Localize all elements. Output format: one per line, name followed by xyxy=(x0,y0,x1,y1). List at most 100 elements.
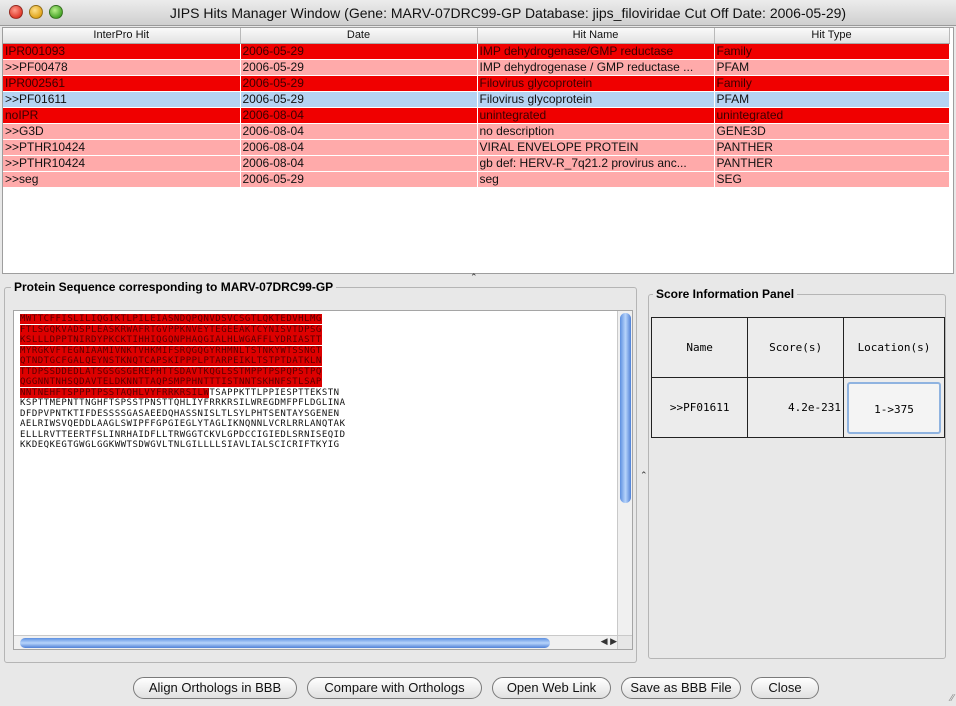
hits-cell-hit: IPR002561 xyxy=(3,75,241,92)
score-row-location-cell[interactable]: 1->375 xyxy=(842,377,946,438)
hits-cell-name: gb def: HERV-R_7q21.2 provirus anc... xyxy=(477,155,715,172)
hits-cell-type: unintegrated xyxy=(714,107,950,124)
sequence-line: KSLLLDPPTNIRDYPKCKTIHHIQGQNPHAQGIALHLWGA… xyxy=(20,335,346,346)
sequence-segment-plain: TSAPPKTTLPPIESPTTEKSTN xyxy=(209,387,340,398)
close-window-icon[interactable] xyxy=(9,5,23,19)
zoom-window-icon[interactable] xyxy=(49,5,63,19)
hits-cell-type: Family xyxy=(714,75,950,92)
hits-cell-hit: >>PF01611 xyxy=(3,91,241,108)
hits-table-row[interactable]: >>PF00478 2006-05-29 IMP dehydrogenase / G… xyxy=(3,59,950,76)
hits-cell-name: Filovirus glycoprotein xyxy=(477,75,715,92)
hits-table-row[interactable]: IPR002561 2006-05-29 Filovirus glycoprotei… xyxy=(3,75,950,92)
hits-table: InterPro Hit Date Hit Name Hit Type IPR0… xyxy=(3,28,950,188)
score-table-header: Name Score(s) Location(s) xyxy=(650,317,946,378)
horizontal-scrollbar[interactable]: ◀ ▶ xyxy=(14,635,619,649)
hits-cell-date: 2006-05-29 xyxy=(240,59,478,76)
hits-table-row[interactable]: >>G3D 2006-08-04 no description GENE3D xyxy=(3,123,950,140)
hits-cell-hit: noIPR xyxy=(3,107,241,124)
scroll-corner xyxy=(617,635,632,649)
scroll-left-arrow-icon[interactable]: ◀ xyxy=(601,636,608,646)
hits-cell-type: Family xyxy=(714,43,950,60)
sequence-line-partial: NNTNEHFTSPPPTPSSTAQHLVYFRRKRSILWTSAPPKTT… xyxy=(20,387,346,399)
sequence-line: AELRIWSVQEDDLAAGLSWIPFFGPGIEGLYTAGLIKNQN… xyxy=(20,419,346,429)
hits-table-row[interactable]: >>PTHR10424 2006-08-04 gb def: HERV-R_7q21… xyxy=(3,155,950,172)
column-header-interpro-hit[interactable]: InterPro Hit xyxy=(3,28,241,44)
hits-table-row[interactable]: >>PF01611 2006-05-29 Filovirus glycoprotei… xyxy=(3,91,950,108)
hits-cell-date: 2006-05-29 xyxy=(240,43,478,60)
hits-cell-name: IMP dehydrogenase/GMP reductase xyxy=(477,43,715,60)
protein-sequence-panel: Protein Sequence corresponding to MARV-0… xyxy=(4,280,637,663)
sequence-line: KSPTTMEPNTTNGHFTSPSSTPNSTTQHLIYFRRKRSILW… xyxy=(20,398,346,408)
score-row-location[interactable]: 1->375 xyxy=(846,381,941,434)
sequence-segment-highlighted: NNTNEHFTSPPPTPSSTAQHLVYFRRKRSILW xyxy=(20,387,210,398)
score-header-name: Name xyxy=(650,317,749,378)
hits-cell-date: 2006-08-04 xyxy=(240,123,478,140)
minimize-window-icon[interactable] xyxy=(29,5,43,19)
score-table-row: >>PF01611 4.2e-231 1->375 xyxy=(650,377,946,438)
horizontal-scroll-thumb[interactable] xyxy=(20,638,550,648)
hits-table-panel: InterPro Hit Date Hit Name Hit Type IPR0… xyxy=(2,27,954,274)
resize-grip-icon[interactable]: ∕∕ xyxy=(951,693,954,704)
column-header-date[interactable]: Date xyxy=(240,28,478,44)
sequence-line-highlighted: KSLLLDPPTNIRDYPKCKTIHHIQGQNPHAQGIALHLWGA… xyxy=(20,335,322,345)
score-panel-title: Score Information Panel xyxy=(653,287,798,301)
sequence-line: KKDEQKEGTGWGLGGKWWTSDWGVLTNLGILLLLSIAVLI… xyxy=(20,440,340,450)
hits-cell-name: IMP dehydrogenase / GMP reductase ... xyxy=(477,59,715,76)
hits-cell-name: VIRAL ENVELOPE PROTEIN xyxy=(477,139,715,156)
hits-cell-hit: >>G3D xyxy=(3,123,241,140)
sequence-line-highlighted: MWTTCFFISLILIQGIKTLPILEIASNDQPQNVDSVCSGT… xyxy=(20,314,322,324)
scroll-right-arrow-icon[interactable]: ▶ xyxy=(610,636,617,646)
hits-cell-type: PFAM xyxy=(714,59,950,76)
sequence-text: MWTTCFFISLILIQGIKTLPILEIASNDQPQNVDSVCSGT… xyxy=(20,314,346,451)
vertical-scrollbar[interactable] xyxy=(617,311,632,637)
score-header-score: Score(s) xyxy=(747,317,844,378)
sequence-line: FTLSGQKVADSPLEASKRWAFRTGVPPKNVEYTEGEEAKT… xyxy=(20,324,346,336)
hits-cell-hit: >>PF00478 xyxy=(3,59,241,76)
window-titlebar[interactable]: JIPS Hits Manager Window (Gene: MARV-07D… xyxy=(0,0,956,26)
button-bar: Align Orthologs in BBB Compare with Orth… xyxy=(0,677,956,699)
sequence-line-highlighted: FTLSGQKVADSPLEASKRWAFRTGVPPKNVEYTEGEEAKT… xyxy=(20,324,322,335)
split-up-arrow-icon[interactable]: ⌃ xyxy=(470,272,478,283)
hits-cell-type: PFAM xyxy=(714,91,950,108)
score-row-score: 4.2e-231 xyxy=(747,377,844,438)
sequence-line: MWTTCFFISLILIQGIKTLPILEIASNDQPQNVDSVCSGT… xyxy=(20,314,346,325)
hits-table-row[interactable]: >>seg 2006-05-29 seg SEG xyxy=(3,171,950,188)
hits-cell-name: seg xyxy=(477,171,715,188)
save-bbb-file-button[interactable]: Save as BBB File xyxy=(621,677,741,699)
hits-cell-date: 2006-08-04 xyxy=(240,139,478,156)
hits-cell-type: GENE3D xyxy=(714,123,950,140)
sequence-line-highlighted: MYRGKVFTEGNIAAMIVNKTVHKMIFSRQGQGYRHMNLTS… xyxy=(20,345,322,356)
hits-cell-name: Filovirus glycoprotein xyxy=(477,91,715,108)
sequence-line-highlighted: QGGNNTNHSQDAVTELDKNNTTAQPSMPPHNTTTISTNNT… xyxy=(20,377,322,387)
hits-cell-name: no description xyxy=(477,123,715,140)
hits-cell-date: 2006-08-04 xyxy=(240,155,478,172)
hits-table-row[interactable]: noIPR 2006-08-04 unintegrated unintegrated xyxy=(3,107,950,124)
sequence-line: MYRGKVFTEGNIAAMIVNKTVHKMIFSRQGQGYRHMNLTS… xyxy=(20,345,346,357)
hits-table-row[interactable]: IPR001093 2006-05-29 IMP dehydrogenase/GMP… xyxy=(3,43,950,60)
hits-cell-type: PANTHER xyxy=(714,155,950,172)
hits-cell-name: unintegrated xyxy=(477,107,715,124)
sequence-line: ELLLRVTTEERTFSLINRHAIDFLLTRWGGTCKVLGPDCC… xyxy=(20,429,346,440)
hits-cell-hit: >>PTHR10424 xyxy=(3,139,241,156)
sequence-scroll-area[interactable]: MWTTCFFISLILIQGIKTLPILEIASNDQPQNVDSVCSGT… xyxy=(13,310,633,650)
hits-cell-date: 2006-08-04 xyxy=(240,107,478,124)
sequence-line-highlighted: QTNDTGCFGALQEYNSTKNQTCAPSKIPPPLPTARPEIKL… xyxy=(20,356,322,366)
score-header-location: Location(s) xyxy=(842,317,946,378)
column-header-hit-name[interactable]: Hit Name xyxy=(477,28,715,44)
split-left-arrow-icon[interactable]: ⌃ xyxy=(640,470,648,481)
open-web-link-button[interactable]: Open Web Link xyxy=(492,677,611,699)
compare-orthologs-button[interactable]: Compare with Orthologs xyxy=(307,677,482,699)
hits-table-row[interactable]: >>PTHR10424 2006-08-04 VIRAL ENVELOPE PROT… xyxy=(3,139,950,156)
score-table: Name Score(s) Location(s) >>PF01611 4.2e… xyxy=(650,317,946,438)
hits-cell-date: 2006-05-29 xyxy=(240,91,478,108)
hits-cell-hit: >>seg xyxy=(3,171,241,188)
protein-sequence-panel-title: Protein Sequence corresponding to MARV-0… xyxy=(11,280,337,294)
sequence-line-highlighted: TTDPSSDDEDLATSGSGSGEREPHTTSDAVTKQGLSSTMP… xyxy=(20,366,322,377)
sequence-line: QGGNNTNHSQDAVTELDKNNTTAQPSMPPHNTTTISTNNT… xyxy=(20,377,346,388)
close-button[interactable]: Close xyxy=(751,677,819,699)
hits-cell-type: PANTHER xyxy=(714,139,950,156)
vertical-scroll-thumb[interactable] xyxy=(620,313,631,503)
align-orthologs-button[interactable]: Align Orthologs in BBB xyxy=(133,677,297,699)
hits-cell-date: 2006-05-29 xyxy=(240,171,478,188)
column-header-hit-type[interactable]: Hit Type xyxy=(714,28,950,44)
